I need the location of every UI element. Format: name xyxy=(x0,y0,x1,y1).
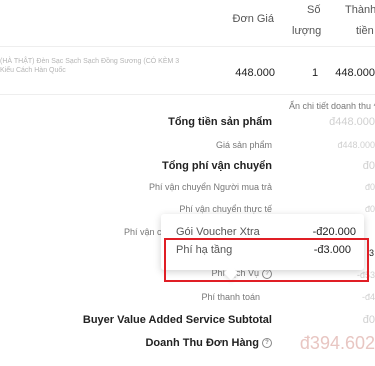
product-quantity: 1 xyxy=(312,67,319,79)
col-header-quantity-line2: lượng xyxy=(292,25,322,37)
subtotal-label: Tổng tiền sản phẩm xyxy=(168,116,272,128)
toggle-revenue-details[interactable]: Ẩn chi tiết doanh thu ^ xyxy=(289,101,375,111)
partial-value-right: 3 xyxy=(369,248,375,258)
product-name-line2[interactable]: Kiểu Cách Hàn Quốc xyxy=(0,66,66,75)
order-revenue-label[interactable]: Doanh Thu Đơn Hàng? xyxy=(60,337,272,349)
highlight-box xyxy=(164,238,369,282)
toggle-revenue-details-label: Ẩn chi tiết doanh thu xyxy=(289,101,372,111)
header-divider xyxy=(0,46,375,47)
shipping-total-value: đ0 xyxy=(362,160,375,172)
col-header-total-line1: Thành xyxy=(345,4,375,16)
payment-fee-value: -đ4 xyxy=(361,292,375,302)
order-revenue-value: đ394.602 xyxy=(299,333,375,353)
subtotal-value: đ448.000 xyxy=(329,116,375,128)
actual-shipping-label: Phí vận chuyển thực tế xyxy=(179,204,272,214)
product-price-label: Giá sản phẩm xyxy=(215,140,272,150)
buyer-vas-label: Buyer Value Added Service Subtotal xyxy=(82,314,272,326)
buyer-shipping-label: Phí vận chuyển Người mua trả xyxy=(149,182,272,192)
popover-voucher-value: -đ20.000 xyxy=(312,226,356,238)
buyer-shipping-value: đ0 xyxy=(364,182,375,192)
product-name-line1[interactable]: (HÀ THẬT) Đèn Sạc Sạch Sạch Đồng Sương (… xyxy=(0,57,179,66)
col-header-unit-price: Đơn Giá xyxy=(232,13,274,25)
product-unit-price: 448.000 xyxy=(235,67,275,79)
popover-voucher-label: Gói Voucher Xtra xyxy=(176,226,260,238)
col-header-quantity-line1: Số xyxy=(307,4,321,16)
payment-fee-label: Phí thanh toán xyxy=(201,292,260,302)
col-header-total-line2: tiền xyxy=(356,25,374,37)
product-total: 448.000 xyxy=(335,67,375,79)
shipping-total-label: Tổng phí vận chuyển xyxy=(161,160,272,172)
actual-shipping-value: đ0 xyxy=(364,204,375,214)
product-divider xyxy=(0,94,375,95)
order-revenue-label-text: Doanh Thu Đơn Hàng xyxy=(145,337,259,349)
product-price-value: đ448.000 xyxy=(337,140,375,150)
buyer-vas-value: đ0 xyxy=(362,314,375,326)
